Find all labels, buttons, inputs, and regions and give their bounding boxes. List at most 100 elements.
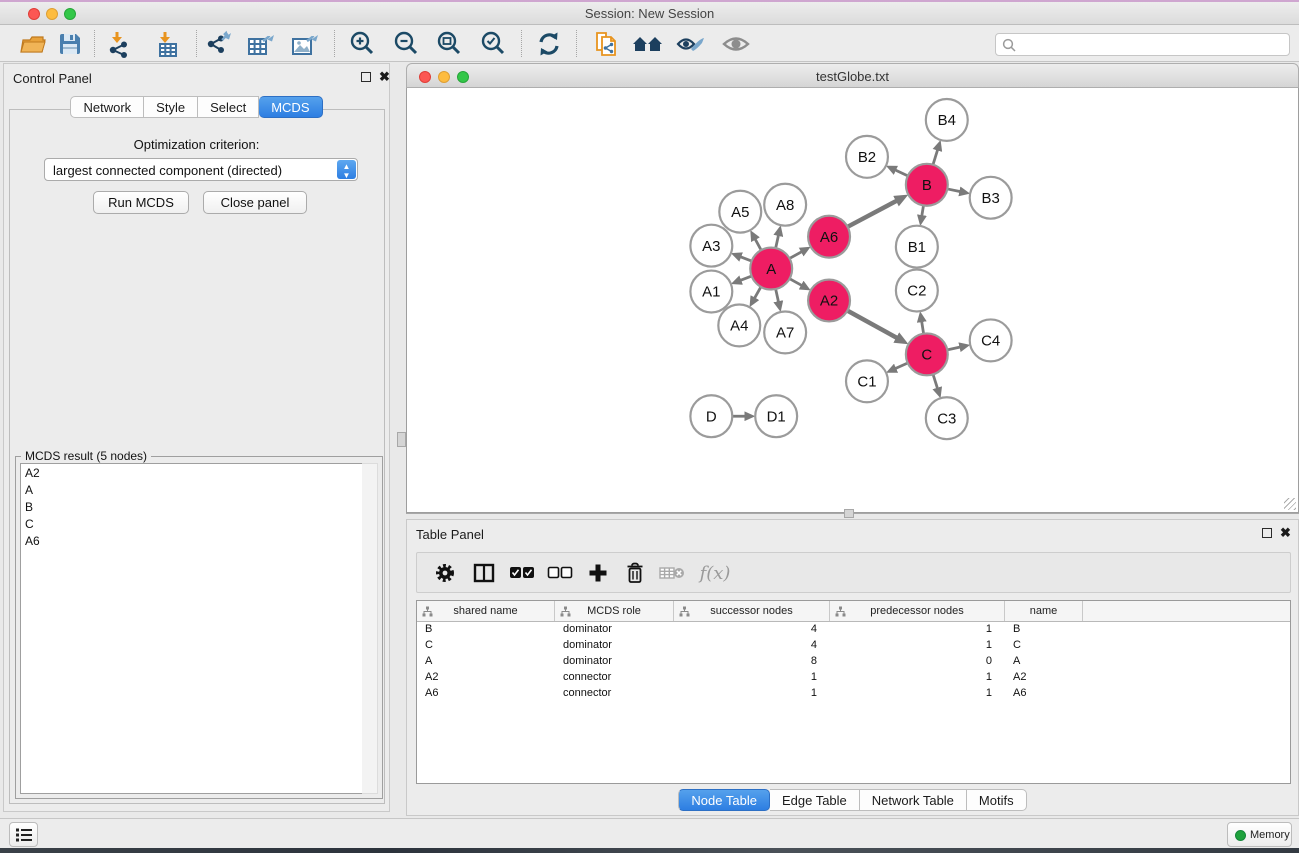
graph-edge-A2-C[interactable]: [847, 311, 897, 339]
graph-node-C1[interactable]: C1: [846, 360, 888, 402]
graph-node-C4[interactable]: C4: [970, 319, 1012, 361]
open-session-button[interactable]: [16, 28, 50, 59]
graph-edge-A-A7[interactable]: [776, 289, 779, 302]
graph-node-C3[interactable]: C3: [926, 397, 968, 439]
deselect-all-checkboxes-button[interactable]: [545, 559, 575, 587]
column-header-name[interactable]: name: [1005, 601, 1083, 621]
refresh-layout-button[interactable]: [532, 28, 566, 59]
node-table[interactable]: shared nameMCDS rolesuccessor nodesprede…: [416, 600, 1291, 784]
graph-node-A2[interactable]: A2: [808, 280, 850, 322]
memory-button[interactable]: Memory: [1227, 822, 1292, 847]
graph-edge-A-A3[interactable]: [740, 257, 751, 261]
graph-edge-B-B2[interactable]: [895, 170, 908, 176]
graph-edge-B-B3[interactable]: [947, 189, 960, 192]
mcds-result-item[interactable]: B: [21, 498, 362, 515]
horizontal-splitter-handle[interactable]: [844, 509, 854, 518]
optimization-criterion-select[interactable]: largest connected component (directed) ▲…: [44, 158, 358, 181]
table-close-button[interactable]: ✖: [1280, 525, 1291, 541]
network-canvas[interactable]: B4B2BB3A8A5A6A3B1AA1C2A2A4A7C4CC1DD1C3: [406, 88, 1299, 513]
show-graphics-details-button[interactable]: [674, 28, 708, 59]
export-image-button[interactable]: [288, 28, 322, 59]
graph-edge-C-C3[interactable]: [933, 374, 937, 388]
mcds-result-scrollbar[interactable]: [362, 463, 378, 794]
toggle-bird-view-button[interactable]: [719, 28, 753, 59]
graph-node-B1[interactable]: B1: [896, 226, 938, 268]
column-header-predecessor-nodes[interactable]: predecessor nodes: [830, 601, 1005, 621]
save-session-button[interactable]: [53, 28, 87, 59]
select-all-checkboxes-button[interactable]: [507, 559, 537, 587]
mcds-result-list[interactable]: A2ABCA6: [20, 463, 363, 794]
graph-node-C2[interactable]: C2: [896, 270, 938, 312]
graph-edge-C-C2[interactable]: [922, 321, 924, 334]
mcds-result-item[interactable]: C: [21, 516, 362, 533]
graph-node-A3[interactable]: A3: [690, 225, 732, 267]
float-panel-button[interactable]: [361, 72, 371, 82]
tab-node-table[interactable]: Node Table: [678, 789, 770, 811]
graph-node-B4[interactable]: B4: [926, 99, 968, 141]
zoom-fit-button[interactable]: [432, 28, 466, 59]
graph-edge-A-A5[interactable]: [755, 239, 761, 250]
delete-column-button[interactable]: [620, 559, 650, 587]
home-layout-button[interactable]: [631, 28, 665, 59]
graph-edge-A-A4[interactable]: [754, 287, 761, 299]
graph-edge-A-A1[interactable]: [740, 276, 751, 280]
zoom-out-button[interactable]: [389, 28, 423, 59]
table-float-button[interactable]: [1262, 528, 1272, 538]
mcds-result-item[interactable]: A: [21, 481, 362, 498]
graph-node-A6[interactable]: A6: [808, 216, 850, 258]
graph-edge-C-C1[interactable]: [895, 363, 908, 369]
tab-edge-table[interactable]: Edge Table: [770, 789, 860, 811]
close-panel-icon-button[interactable]: ✖: [379, 69, 390, 85]
tab-network[interactable]: Network: [70, 96, 144, 118]
clone-network-button[interactable]: [590, 28, 624, 59]
graph-node-D[interactable]: D: [690, 395, 732, 437]
mcds-result-item[interactable]: A2: [21, 464, 362, 481]
table-settings-button[interactable]: [430, 559, 460, 587]
graph-node-A8[interactable]: A8: [764, 184, 806, 226]
split-panel-button[interactable]: [469, 559, 499, 587]
zoom-selected-button[interactable]: [476, 28, 510, 59]
export-table-button[interactable]: [244, 28, 278, 59]
tab-select[interactable]: Select: [198, 96, 259, 118]
table-row[interactable]: Adominator80A: [417, 654, 1290, 670]
graph-node-C[interactable]: C: [906, 333, 948, 375]
delete-table-button[interactable]: [657, 559, 687, 587]
tab-mcds[interactable]: MCDS: [259, 96, 322, 118]
graph-node-B2[interactable]: B2: [846, 136, 888, 178]
tab-network-table[interactable]: Network Table: [860, 789, 967, 811]
table-row[interactable]: A6connector11A6: [417, 686, 1290, 702]
graph-node-A4[interactable]: A4: [718, 304, 760, 346]
graph-node-B3[interactable]: B3: [970, 177, 1012, 219]
task-history-button[interactable]: [9, 822, 38, 847]
table-row[interactable]: A2connector11A2: [417, 670, 1290, 686]
graph-edge-A-A8[interactable]: [776, 235, 779, 248]
table-row[interactable]: Bdominator41B: [417, 622, 1290, 638]
graph-edge-C-C4[interactable]: [947, 347, 960, 350]
mcds-result-item[interactable]: A6: [21, 533, 362, 550]
graph-edge-A-A2[interactable]: [790, 279, 802, 286]
search-input[interactable]: [1020, 35, 1284, 54]
graph-edge-B-B4[interactable]: [933, 149, 938, 164]
import-network-button[interactable]: [102, 28, 136, 59]
vertical-splitter-handle[interactable]: [397, 432, 406, 447]
graph-node-A7[interactable]: A7: [764, 311, 806, 353]
function-builder-button[interactable]: f(x): [695, 559, 735, 587]
graph-edge-A6-B[interactable]: [848, 200, 898, 226]
close-panel-button[interactable]: Close panel: [203, 191, 307, 214]
column-header-MCDS-role[interactable]: MCDS role: [555, 601, 674, 621]
tab-motifs[interactable]: Motifs: [967, 789, 1027, 811]
graph-edge-B-B1[interactable]: [922, 205, 924, 216]
add-column-button[interactable]: [583, 559, 613, 587]
graph-edge-A-A6[interactable]: [790, 252, 802, 259]
run-mcds-button[interactable]: Run MCDS: [93, 191, 189, 214]
column-header-successor-nodes[interactable]: successor nodes: [674, 601, 830, 621]
table-row[interactable]: Cdominator41C: [417, 638, 1290, 654]
graph-node-A[interactable]: A: [750, 248, 792, 290]
tab-style[interactable]: Style: [144, 96, 198, 118]
graph-node-B[interactable]: B: [906, 164, 948, 206]
window-resize-grip[interactable]: [1284, 498, 1296, 510]
export-network-button[interactable]: [202, 28, 236, 59]
import-table-button[interactable]: [150, 28, 184, 59]
graph-node-A5[interactable]: A5: [719, 191, 761, 233]
graph-node-D1[interactable]: D1: [755, 395, 797, 437]
